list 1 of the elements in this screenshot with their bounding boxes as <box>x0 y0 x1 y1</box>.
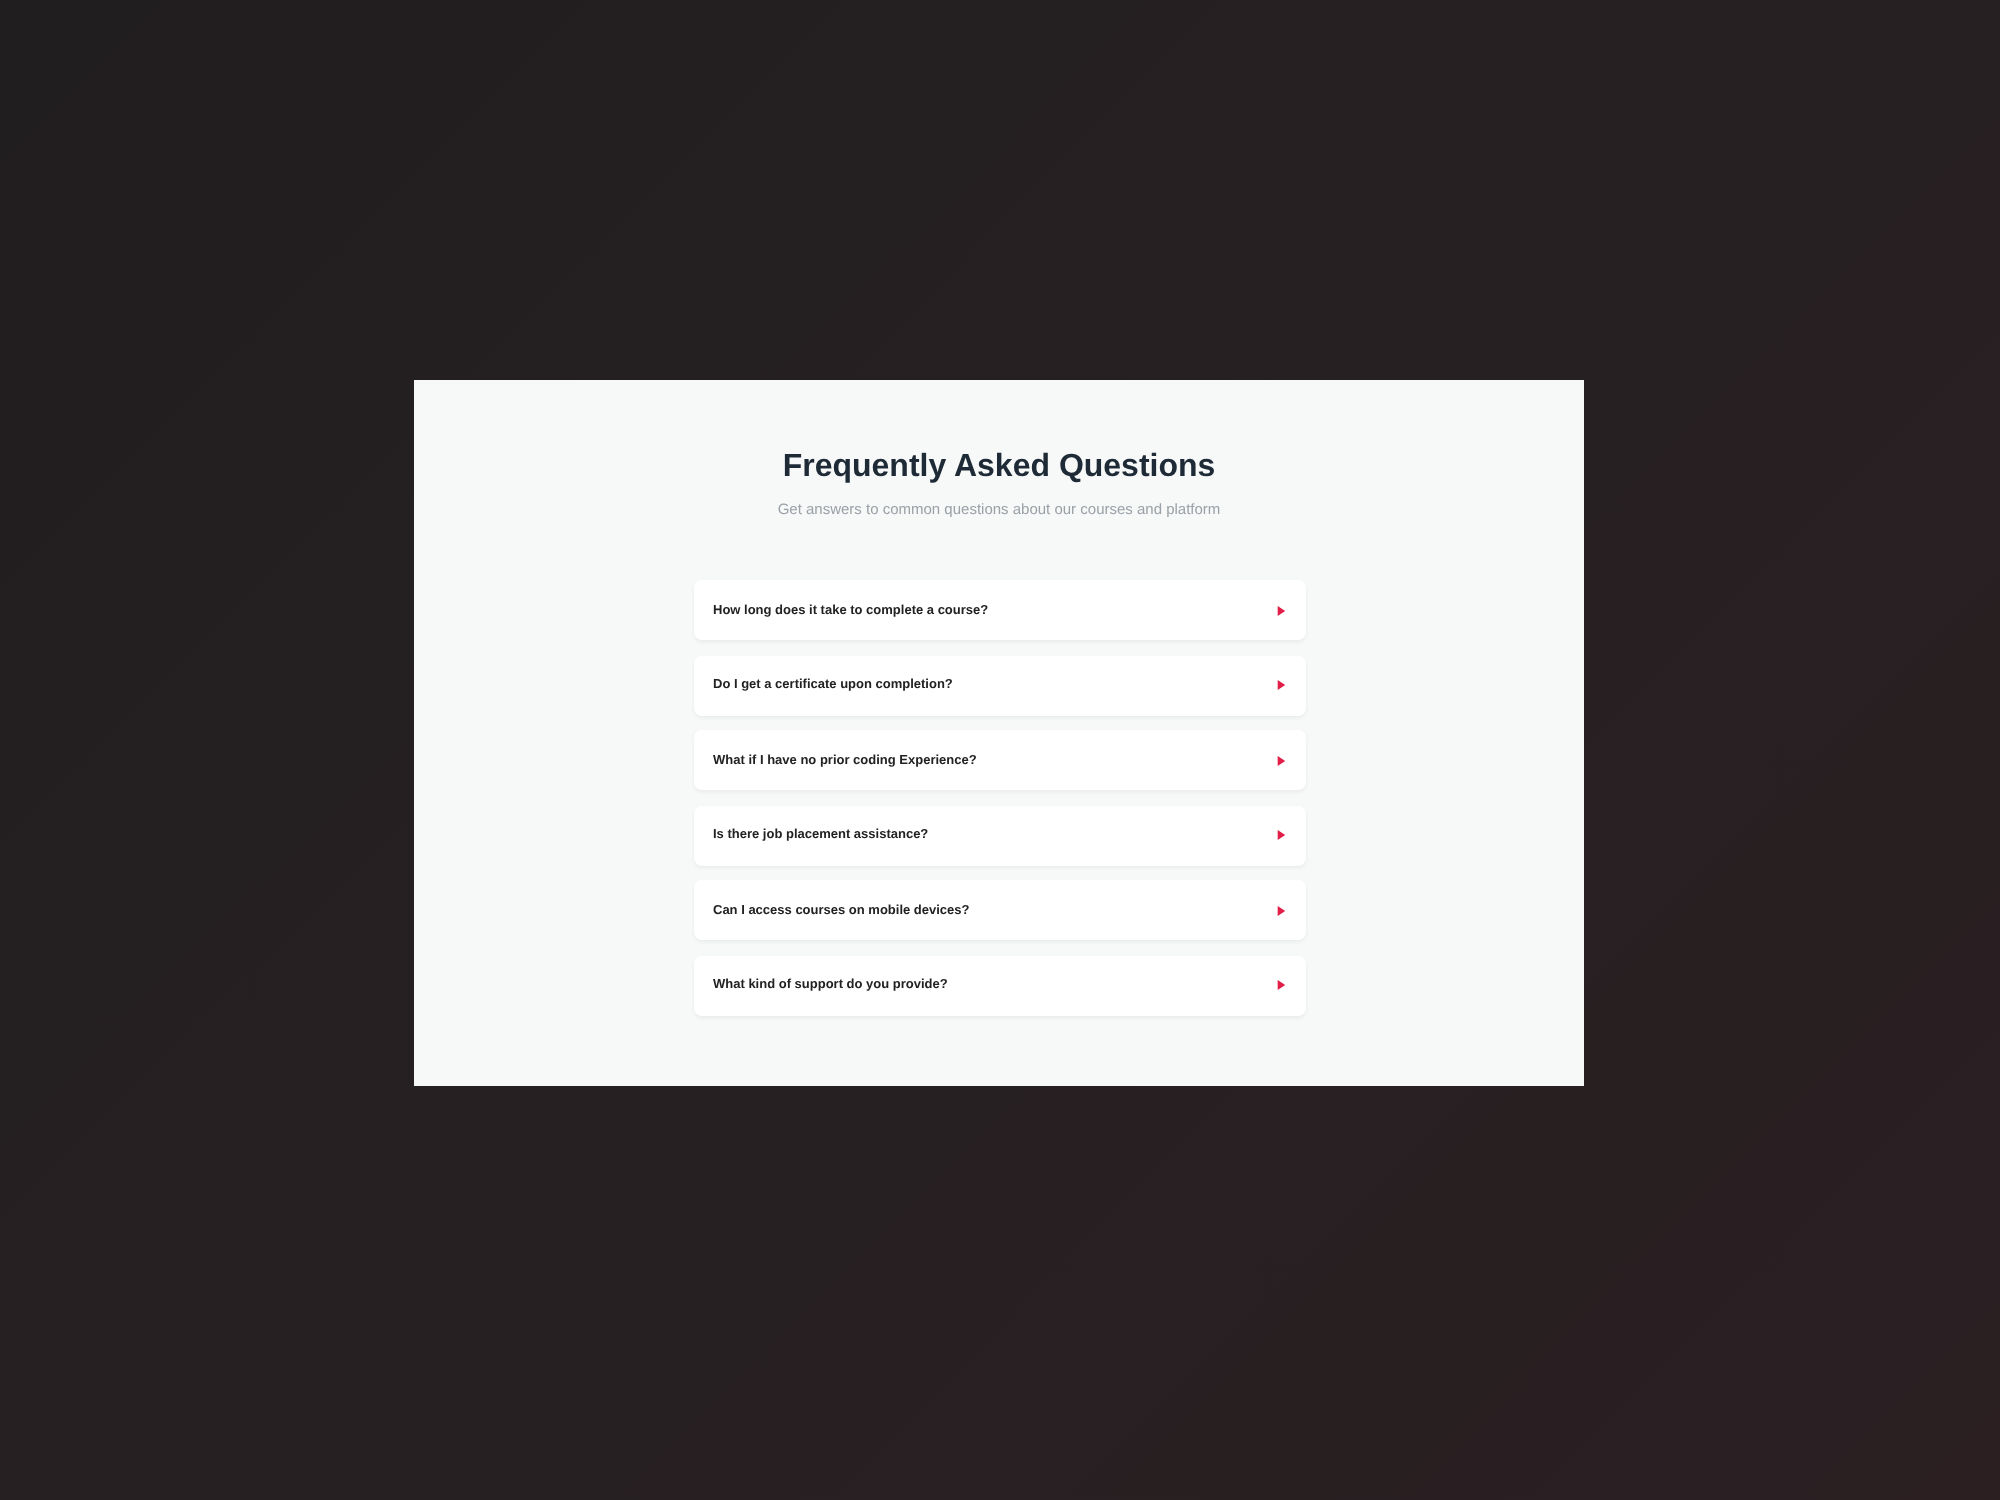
faq-title: Frequently Asked Questions <box>782 448 1216 488</box>
